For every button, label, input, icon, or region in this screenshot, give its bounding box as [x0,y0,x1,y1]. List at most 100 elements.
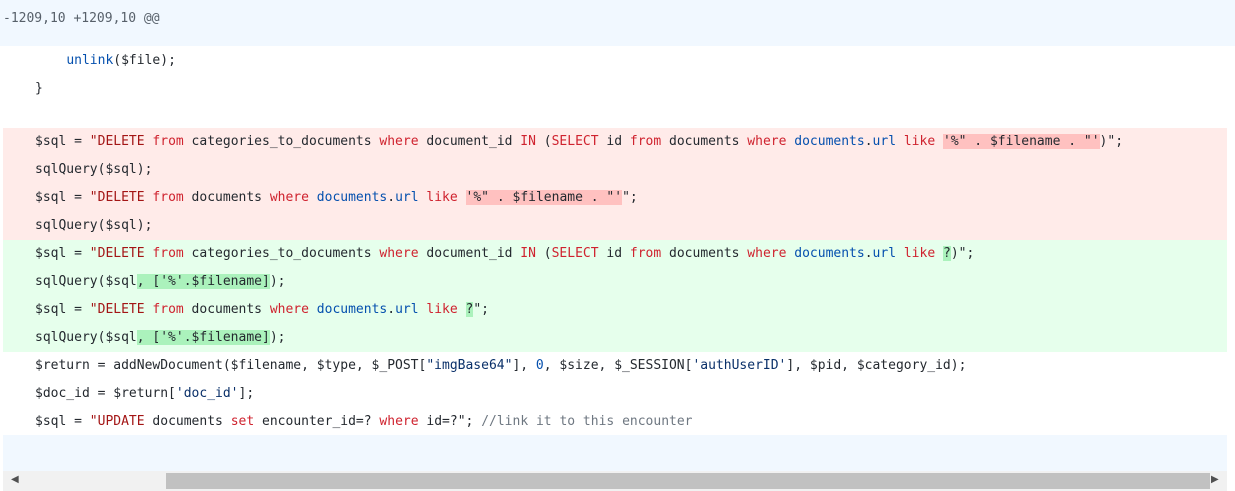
horizontal-scrollbar[interactable]: ◀ ▶ [3,471,1227,491]
code-token: url [872,246,897,261]
code-token: ], $pid, $category_id); [786,358,967,373]
added-line: $sql = "DELETE from documents where docu… [3,296,1227,324]
code-token: documents [152,414,231,429]
code-token: )"; [950,246,975,261]
scroll-right-icon[interactable]: ▶ [1211,474,1219,485]
changed-token: , ['%'.$filename] [136,274,270,289]
code-token: sqlQuery($sql); [35,218,153,233]
code-token: from [152,302,184,317]
code-token: 'doc_id' [175,386,239,401]
code-token: categories_to_documents [183,134,380,149]
code-token: "; [473,302,490,317]
code-text: sqlQuery($sql, ['%'.$filename]); [35,324,285,352]
context-line: $sql = "UPDATE documents set encounter_i… [3,408,1227,436]
code-text: $sql = "DELETE from documents where docu… [35,296,489,324]
added-line: sqlQuery($sql, ['%'.$filename]); [3,324,1227,352]
code-token: $sql = [35,246,90,261]
code-text: $sql = "DELETE from categories_to_docume… [35,128,1123,156]
code-token: IN [520,246,536,261]
code-token: id [598,246,630,261]
code-token: like [426,190,458,205]
deleted-line: $sql = "DELETE from documents where docu… [3,184,1227,212]
code-token: where [747,246,787,261]
deleted-line: sqlQuery($sql); [3,212,1227,240]
code-token: like [903,246,936,261]
hunk-header-text: -1209,10 +1209,10 @@ [3,11,160,26]
code-token: like [903,134,936,149]
code-token: documents [183,302,270,317]
code-text: $doc_id = $return['doc_id']; [35,380,254,408]
code-text: sqlQuery($sql, ['%'.$filename]); [35,268,285,296]
changed-token: ? [943,246,951,261]
scrollbar-thumb[interactable] [166,473,1210,489]
code-token: "DELETE [89,302,153,317]
code-token: ]; [238,386,255,401]
code-token: sqlQuery($sql [35,330,137,345]
code-token: from [152,134,184,149]
code-token: id [598,134,630,149]
code-token: where [269,302,309,317]
code-text: sqlQuery($sql); [35,212,152,240]
code-token: } [35,81,43,96]
code-token: from [152,190,184,205]
code-token: "; [622,190,638,205]
code-token: SELECT [551,246,599,261]
code-token: ( [535,134,552,149]
code-text: $sql = "DELETE from documents where docu… [35,184,638,212]
code-token: $sql = [35,302,90,317]
diff-gap [3,103,1227,128]
scroll-left-icon[interactable]: ◀ [11,474,19,485]
code-token: "imgBase64" [426,358,513,373]
code-token: ], [512,358,536,373]
context-line: } [3,75,1227,103]
code-token: encounter_id=? [254,414,380,429]
code-token: )"; [1099,134,1124,149]
code-token: ( [535,246,552,261]
code-token: $doc_id = $return[ [35,386,176,401]
code-token: documents [316,302,388,317]
changed-token: '%" . $filename . "' [943,134,1100,149]
code-token: sqlQuery($sql [35,274,137,289]
hunk-footer [3,435,1227,471]
code-token: . [387,190,396,205]
code-token: from [629,246,662,261]
deleted-line: $sql = "DELETE from categories_to_docume… [3,128,1227,156]
context-line: $return = addNewDocument($filename, $typ… [3,352,1227,380]
code-token: documents [661,134,748,149]
code-token: . [387,302,396,317]
code-text: } [35,75,43,103]
code-text: $sql = "UPDATE documents set encounter_i… [35,408,693,436]
code-token: //link it to this encounter [481,414,693,429]
code-token: url [395,190,419,205]
code-token: $return = addNewDocument($filename, $typ… [35,358,427,373]
code-token: documents [316,190,388,205]
context-line: $doc_id = $return['doc_id']; [3,380,1227,408]
code-token: where [747,134,787,149]
code-token: set [230,414,255,429]
code-token: where [379,134,419,149]
code-token: from [629,134,662,149]
code-token: documents [183,190,270,205]
code-token: 0 [535,358,544,373]
code-token: "DELETE [89,134,153,149]
code-token: ); [269,330,286,345]
code-token: $sql = [35,134,90,149]
changed-token: , ['%'.$filename] [136,330,270,345]
code-token: . [864,246,873,261]
code-token: from [152,246,184,261]
code-token: like [426,302,458,317]
code-token: "DELETE [89,246,153,261]
code-token: ($file); [113,53,176,68]
changed-token: '%" . $filename . "' [465,190,623,205]
code-token: document_id [418,246,521,261]
code-token: , $size, $_SESSION[ [543,358,693,373]
code-token: where [269,190,309,205]
